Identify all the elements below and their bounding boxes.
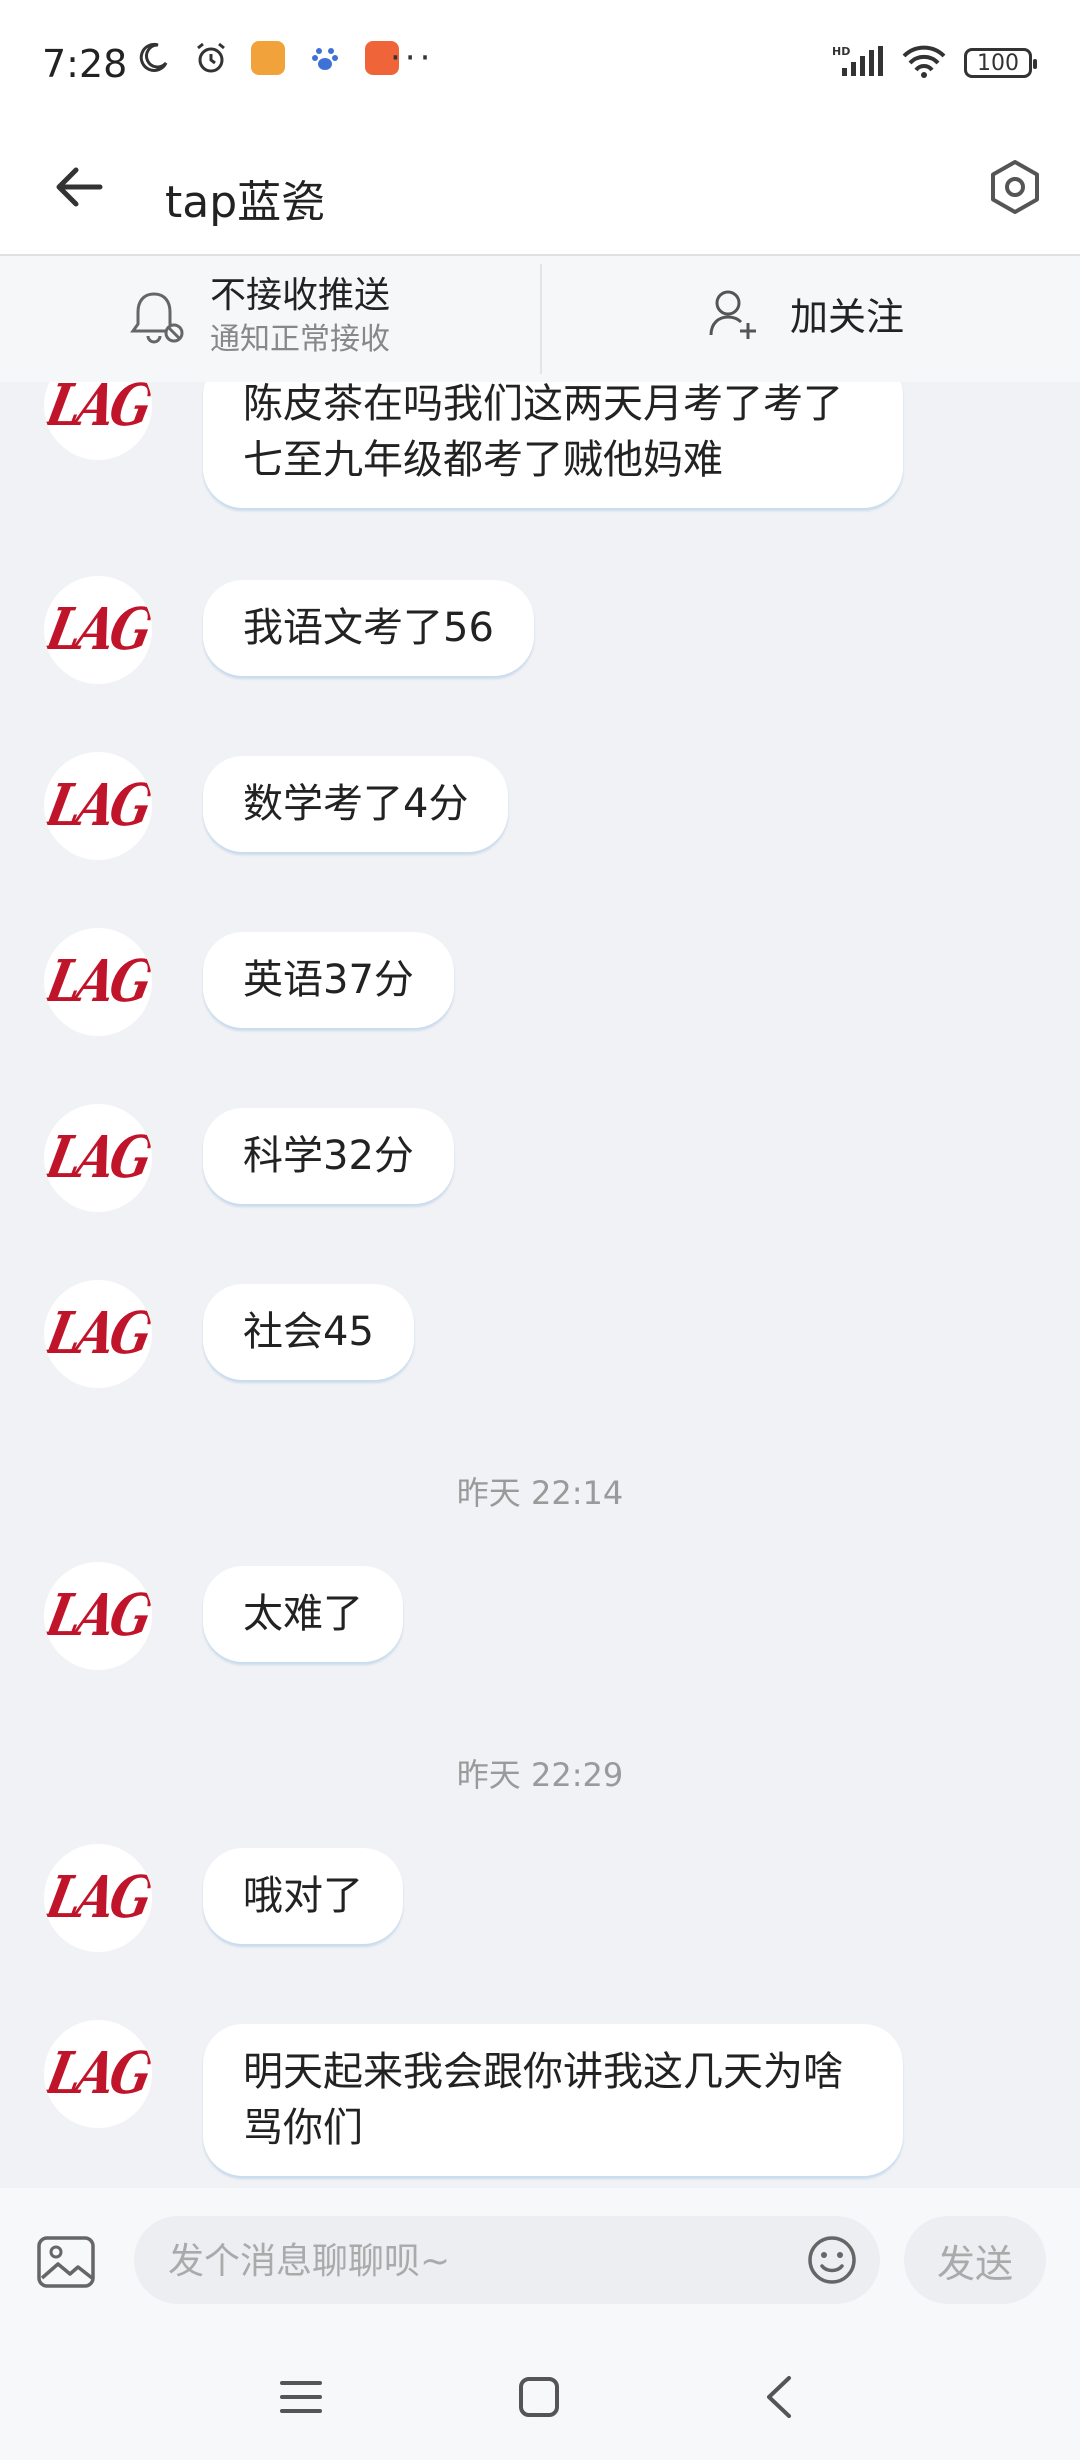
follow-button[interactable]: 加关注 — [708, 286, 904, 341]
square-home-icon — [519, 2377, 559, 2417]
status-icons-left — [135, 40, 399, 76]
avatar[interactable]: LAG — [44, 1104, 152, 1212]
status-more: ··· — [390, 38, 435, 78]
divider — [540, 264, 542, 374]
message-bubble[interactable]: 社会45 — [203, 1284, 414, 1380]
bell-mute-icon — [130, 292, 184, 344]
follow-label: 加关注 — [790, 295, 905, 339]
message-composer: 发送 — [0, 2188, 1080, 2332]
arrow-left-icon — [56, 167, 103, 207]
add-user-icon — [709, 290, 756, 339]
status-icons-right: HD 100 — [832, 44, 1037, 82]
page-title: tap蓝瓷 — [165, 177, 326, 228]
avatar[interactable]: LAG — [44, 2020, 152, 2128]
back-nav-button[interactable] — [744, 2362, 814, 2432]
home-nav-button[interactable] — [504, 2362, 574, 2432]
settings-button[interactable] — [980, 152, 1050, 222]
svg-text:HD: HD — [832, 45, 850, 58]
chat-options-bar: 不接收推送 通知正常接收 加关注 — [0, 256, 1080, 382]
avatar[interactable]: LAG — [44, 382, 152, 460]
menu-nav-button[interactable] — [266, 2362, 336, 2432]
hexagon-settings-icon — [991, 160, 1039, 214]
moon-icon — [135, 40, 171, 76]
avatar[interactable]: LAG — [44, 752, 152, 860]
wifi-icon — [900, 44, 948, 82]
message-bubble[interactable]: 明天起来我会跟你讲我这几天为啥骂你们 — [203, 2024, 903, 2176]
message-bubble[interactable]: 英语37分 — [203, 932, 454, 1028]
timestamp-separator: 昨天 22:29 — [456, 1756, 624, 1794]
emoji-button[interactable] — [802, 2230, 862, 2290]
avatar[interactable]: LAG — [44, 576, 152, 684]
avatar[interactable]: LAG — [44, 928, 152, 1036]
push-setting-subtitle: 通知正常接收 — [210, 322, 390, 357]
status-time: 7:28 — [42, 42, 128, 86]
chat-header: tap蓝瓷 — [0, 130, 1080, 256]
message-bubble[interactable]: 哦对了 — [203, 1848, 403, 1944]
avatar[interactable]: LAG — [44, 1562, 152, 1670]
avatar[interactable]: LAG — [44, 1844, 152, 1952]
smiley-icon — [808, 2236, 856, 2284]
image-picker-button[interactable] — [34, 2230, 98, 2294]
message-input[interactable] — [166, 2216, 730, 2306]
image-icon — [37, 2236, 95, 2288]
alarm-icon — [193, 40, 229, 76]
avatar[interactable]: LAG — [44, 1280, 152, 1388]
system-navigation-bar — [0, 2332, 1080, 2460]
message-bubble[interactable]: 我语文考了56 — [203, 580, 534, 676]
menu-icon — [280, 2381, 322, 2413]
message-bubble[interactable]: 数学考了4分 — [203, 756, 509, 852]
message-list[interactable]: LAG 陈皮茶在吗我们这两天月考了考了七至九年级都考了贼他妈难 LAG 我语文考… — [0, 382, 1080, 2188]
message-bubble[interactable]: 科学32分 — [203, 1108, 454, 1204]
send-button[interactable]: 发送 — [904, 2216, 1046, 2304]
chevron-left-icon — [767, 2376, 791, 2418]
push-setting-button[interactable]: 不接收推送 通知正常接收 — [130, 272, 390, 360]
paw-icon — [307, 40, 343, 76]
timestamp-separator: 昨天 22:14 — [456, 1474, 624, 1512]
message-bubble[interactable]: 陈皮茶在吗我们这两天月考了考了七至九年级都考了贼他妈难 — [203, 382, 903, 508]
back-button[interactable] — [46, 154, 112, 220]
app-icon-orange — [251, 41, 285, 75]
hd-signal-icon: HD — [832, 44, 884, 82]
battery-icon: 100 — [964, 48, 1037, 78]
message-bubble[interactable]: 太难了 — [203, 1566, 403, 1662]
message-input-wrapper — [134, 2216, 880, 2306]
push-setting-title: 不接收推送 — [210, 275, 391, 316]
status-bar: 7:28 ··· HD 100 — [0, 0, 1080, 130]
